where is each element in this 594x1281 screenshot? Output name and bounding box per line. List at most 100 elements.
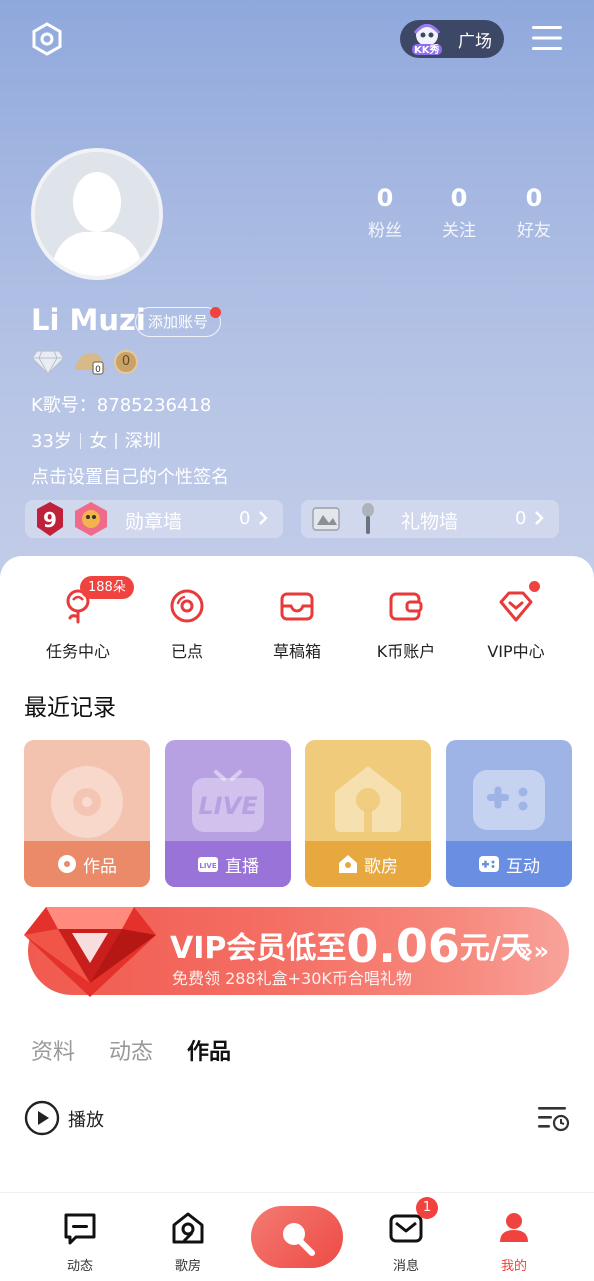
vip-center-label: VIP中心	[487, 642, 545, 661]
vip-main-prefix: VIP会员低至	[170, 931, 347, 966]
square-label: 广场	[458, 31, 492, 52]
k-id: K歌号：8785236418	[31, 395, 212, 416]
sing-button[interactable]	[251, 1206, 343, 1268]
play-label[interactable]: 播放	[68, 1106, 104, 1132]
kk-badge-text: KK秀	[414, 45, 440, 56]
recent-room-tile[interactable]: 歌房	[305, 740, 431, 887]
vip-arrow-icon: »»	[517, 937, 549, 965]
diamond-icon[interactable]	[31, 349, 65, 379]
coin-level-badge[interactable]: 0	[114, 350, 138, 374]
gift-wall-count: 0	[515, 508, 527, 529]
default-avatar-icon	[35, 152, 159, 276]
house-icon	[335, 766, 401, 832]
nav-activity-label: 动态	[66, 1259, 93, 1274]
kcoin-account-label: K币账户	[376, 642, 436, 661]
medal-bird-icon	[73, 501, 109, 541]
house-small-icon	[338, 854, 358, 874]
disc-icon	[170, 589, 204, 623]
medal-wall-count: 0	[239, 508, 251, 529]
user-icon	[500, 1213, 528, 1242]
city: 深圳	[124, 431, 161, 452]
gift-frame-icon	[311, 505, 341, 537]
add-account-red-dot	[210, 307, 221, 318]
gift-wall-button[interactable]: 礼物墙 0	[301, 500, 559, 538]
recent-live-band: LIVE 直播	[165, 841, 291, 887]
username: Li Muzi	[31, 303, 146, 337]
medal-wall-label: 勋章墙	[125, 511, 183, 533]
ordered-songs-label: 已点	[170, 642, 203, 661]
recent-interaction-band: 互动	[446, 841, 572, 887]
live-small-icon: LIVE	[197, 855, 219, 873]
recent-interaction-label: 互动	[506, 856, 540, 877]
recent-works-band: 作品	[24, 841, 150, 887]
house-icon	[172, 1212, 204, 1244]
medal-9-icon: 9	[35, 501, 65, 541]
recent-room-band: 歌房	[305, 841, 431, 887]
recent-live-label: 直播	[225, 856, 259, 877]
age: 33岁	[31, 431, 72, 452]
play-icon	[24, 1100, 60, 1136]
menu-icon[interactable]	[532, 24, 562, 56]
nav-me-label: 我的	[500, 1259, 527, 1274]
svg-text:0: 0	[95, 365, 101, 375]
medal-wall-button[interactable]: 9 勋章墙 0	[25, 500, 283, 538]
recent-room-label: 歌房	[364, 856, 398, 877]
play-row: 播放	[24, 1100, 570, 1136]
divider	[79, 433, 82, 449]
cap-level-icon[interactable]: 0	[73, 350, 109, 380]
divider	[115, 433, 117, 449]
chevron-right-icon	[258, 510, 268, 530]
recent-works-tile[interactable]: 作品	[24, 740, 150, 887]
vip-diamond-icon	[499, 591, 533, 622]
chevron-right-icon	[534, 510, 544, 530]
followers-count: 0	[376, 184, 394, 212]
drafts-label: 草稿箱	[272, 642, 321, 661]
inbox-icon	[280, 592, 314, 621]
following-label: 关注	[442, 221, 476, 241]
gamepad-icon	[473, 770, 545, 830]
tab-works[interactable]: 作品	[187, 1034, 231, 1066]
recent-records-title: 最近记录	[24, 695, 116, 721]
avatar[interactable]	[31, 148, 163, 280]
playlist-timer-icon[interactable]	[536, 1104, 570, 1136]
red-gem-icon	[24, 907, 156, 997]
recent-live-tile[interactable]: LIVE LIVE 直播	[165, 740, 291, 887]
vip-sub-text: 免费领 288礼盒+30K币合唱礼物	[172, 969, 412, 988]
svg-text:LIVE: LIVE	[199, 862, 216, 870]
messages-badge: 1	[416, 1197, 438, 1219]
following-stat[interactable]: 0 关注	[436, 184, 482, 241]
profile-details: 33岁女深圳	[31, 427, 161, 453]
following-count: 0	[450, 184, 468, 212]
recent-interaction-tile[interactable]: 互动	[446, 740, 572, 887]
followers-label: 粉丝	[368, 221, 402, 241]
followers-stat[interactable]: 0 粉丝	[362, 184, 408, 241]
add-account-button[interactable]: 添加账号	[135, 307, 222, 337]
friends-stat[interactable]: 0 好友	[511, 184, 557, 241]
task-center-label: 任务中心	[45, 642, 110, 661]
friends-label: 好友	[517, 221, 551, 241]
live-tv-icon: LIVE	[192, 770, 264, 832]
gift-wall-label: 礼物墙	[401, 511, 459, 533]
microphone-icon	[359, 502, 377, 540]
disc-icon	[51, 766, 123, 838]
gender: 女	[89, 431, 108, 452]
recent-works-label: 作品	[83, 856, 117, 877]
tab-activity[interactable]: 动态	[109, 1034, 153, 1066]
signature[interactable]: 点击设置自己的个性签名	[31, 463, 229, 489]
chat-bubble-icon	[64, 1213, 96, 1245]
settings-icon[interactable]	[30, 22, 64, 60]
vip-promo-banner[interactable]: VIP会员低至0.06元/天 免费领 288礼盒+30K币合唱礼物 »»	[24, 907, 569, 997]
tab-profile-info[interactable]: 资料	[31, 1034, 75, 1066]
svg-text:9: 9	[43, 508, 57, 532]
friends-count: 0	[525, 184, 543, 212]
wallet-icon	[389, 592, 423, 621]
microphone-icon	[283, 1223, 315, 1256]
disc-small-icon	[57, 854, 77, 874]
vip-center-red-dot	[529, 581, 540, 592]
square-button[interactable]: KK秀 广场	[400, 20, 504, 58]
gamepad-small-icon	[478, 855, 500, 873]
nav-messages-label: 消息	[392, 1259, 419, 1274]
live-big-text: LIVE	[198, 792, 258, 820]
task-center-badge: 188朵	[80, 576, 134, 599]
play-button[interactable]	[24, 1100, 60, 1140]
